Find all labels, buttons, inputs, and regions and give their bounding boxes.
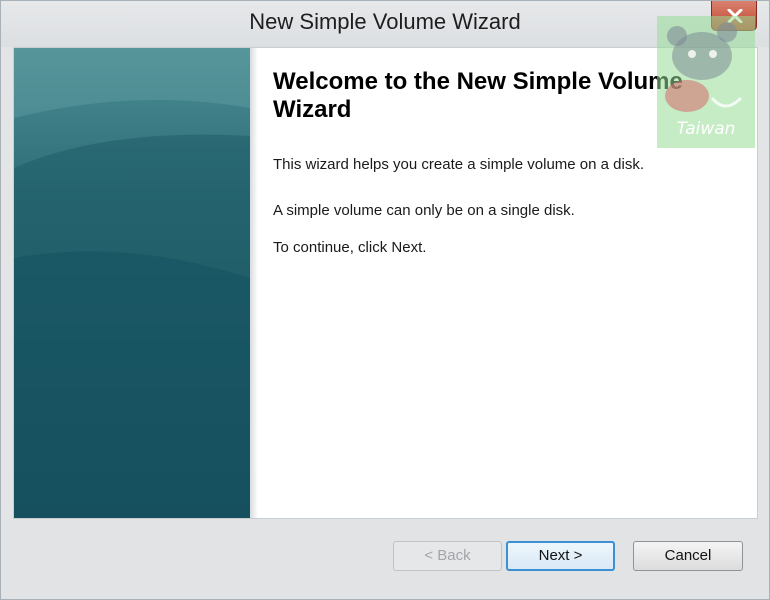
continue-text: To continue, click Next.	[273, 239, 427, 256]
watermark: Taiwan	[657, 16, 755, 148]
intro-text: This wizard helps you create a simple vo…	[273, 156, 645, 173]
wizard-banner-image	[14, 48, 250, 518]
bear-mascot-icon	[665, 22, 743, 112]
watermark-text: Taiwan	[676, 119, 736, 139]
info-text: A simple volume can only be on a single …	[273, 202, 575, 219]
banner-divider	[250, 48, 258, 518]
wizard-window: New Simple Volume Wizard Welcome to the …	[0, 0, 770, 600]
wizard-heading: Welcome to the New Simple Volume Wizard	[273, 68, 683, 123]
wizard-content: Welcome to the New Simple Volume Wizard …	[13, 47, 758, 519]
next-button[interactable]: Next >	[506, 541, 615, 571]
window-title: New Simple Volume Wizard	[249, 9, 521, 34]
cancel-button[interactable]: Cancel	[633, 541, 743, 571]
back-button[interactable]: < Back	[393, 541, 502, 571]
title-bar[interactable]: New Simple Volume Wizard	[1, 1, 769, 47]
